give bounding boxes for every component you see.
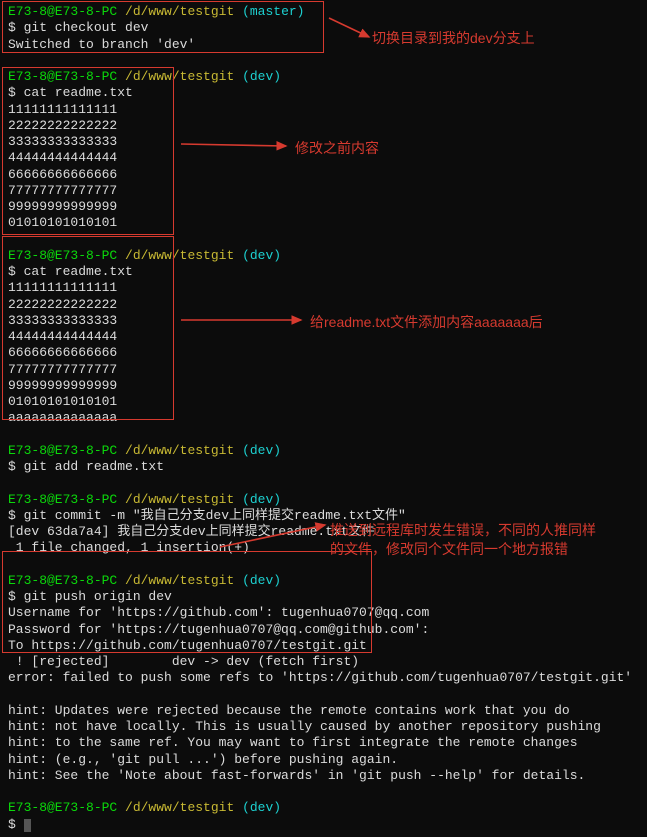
terminal-output: E73-8@E73-8-PC /d/www/testgit (master) $… (0, 0, 647, 837)
prompt-path: /d/www/testgit (125, 248, 242, 263)
command-line: $ git push origin dev (8, 589, 639, 605)
annotation-text-4: 推送到远程库时发生错误，不同的人推同样 的文件，修改同个文件同一个地方报错 (330, 521, 596, 559)
output-line: Username for 'https://github.com': tugen… (8, 605, 639, 621)
command-line: $ cat readme.txt (8, 85, 639, 101)
prompt-path: /d/www/testgit (125, 800, 242, 815)
file-line: 22222222222222 (8, 118, 639, 134)
prompt-branch: (dev) (242, 573, 281, 588)
hint-line: hint: (e.g., 'git pull ...') before push… (8, 752, 639, 768)
prompt-path: /d/www/testgit (125, 4, 242, 19)
prompt-user: E73-8@E73-8-PC (8, 69, 125, 84)
output-line: Switched to branch 'dev' (8, 37, 639, 53)
prompt-path: /d/www/testgit (125, 443, 242, 458)
prompt-branch: (dev) (242, 248, 281, 263)
annotation-text-2: 修改之前内容 (295, 140, 379, 158)
file-line: 01010101010101 (8, 394, 639, 410)
prompt-branch: (dev) (242, 443, 281, 458)
file-line: 77777777777777 (8, 183, 639, 199)
prompt-branch: (dev) (242, 800, 281, 815)
annotation-text-3: 给readme.txt文件添加内容aaaaaaa后 (310, 314, 543, 332)
file-line: 66666666666666 (8, 167, 639, 183)
hint-line: hint: See the 'Note about fast-forwards'… (8, 768, 639, 784)
prompt-user: E73-8@E73-8-PC (8, 573, 125, 588)
hint-line: hint: to the same ref. You may want to f… (8, 735, 639, 751)
command-line: $ git checkout dev (8, 20, 639, 36)
annotation-text-1: 切换目录到我的dev分支上 (372, 30, 535, 48)
output-line: Password for 'https://tugenhua0707@qq.co… (8, 622, 639, 638)
file-line: 11111111111111 (8, 102, 639, 118)
output-line: error: failed to push some refs to 'http… (8, 670, 639, 686)
file-line: 99999999999999 (8, 378, 639, 394)
file-line: aaaaaaaaaaaaaa (8, 410, 639, 426)
prompt-user: E73-8@E73-8-PC (8, 248, 125, 263)
prompt-branch: (dev) (242, 69, 281, 84)
file-line: 99999999999999 (8, 199, 639, 215)
file-line: 77777777777777 (8, 362, 639, 378)
cursor-icon (24, 819, 31, 832)
prompt-user: E73-8@E73-8-PC (8, 800, 125, 815)
command-line: $ git add readme.txt (8, 459, 639, 475)
prompt-user: E73-8@E73-8-PC (8, 443, 125, 458)
file-line: 11111111111111 (8, 280, 639, 296)
output-line: ! [rejected] dev -> dev (fetch first) (8, 654, 639, 670)
prompt-branch: (dev) (242, 492, 281, 507)
file-line: 22222222222222 (8, 297, 639, 313)
hint-line: hint: Updates were rejected because the … (8, 703, 639, 719)
file-line: 66666666666666 (8, 345, 639, 361)
output-line: To https://github.com/tugenhua0707/testg… (8, 638, 639, 654)
prompt-user: E73-8@E73-8-PC (8, 4, 125, 19)
command-line: $ cat readme.txt (8, 264, 639, 280)
prompt-path: /d/www/testgit (125, 492, 242, 507)
prompt-path: /d/www/testgit (125, 69, 242, 84)
prompt-user: E73-8@E73-8-PC (8, 492, 125, 507)
file-line: 01010101010101 (8, 215, 639, 231)
command-prompt[interactable]: $ (8, 817, 639, 833)
prompt-branch: (master) (242, 4, 304, 19)
hint-line: hint: not have locally. This is usually … (8, 719, 639, 735)
prompt-path: /d/www/testgit (125, 573, 242, 588)
